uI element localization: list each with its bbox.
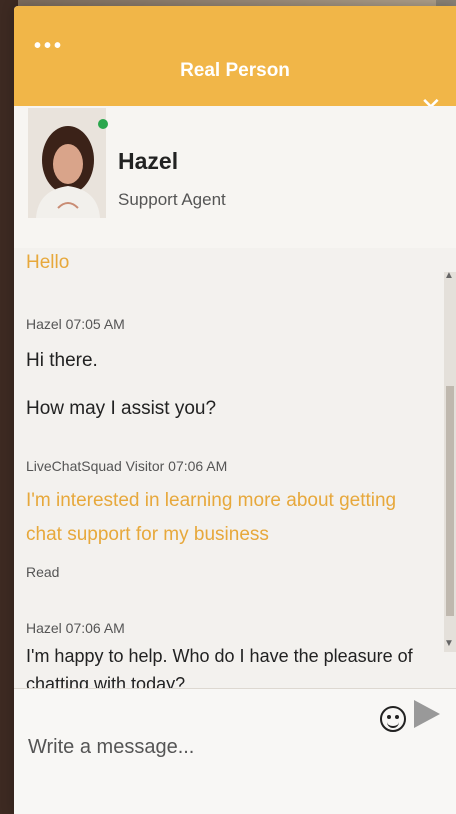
online-status-indicator: [98, 119, 108, 129]
agent-message-line: How may I assist you?: [26, 398, 217, 419]
agent-message-line: Hi there.: [26, 350, 98, 371]
scroll-down-icon[interactable]: ▼: [444, 638, 454, 649]
agent-message-line: I'm happy to help. Who do I have the ple…: [26, 646, 413, 666]
message-meta: Hazel 07:05 AM: [26, 316, 125, 332]
message-meta: LiveChatSquad Visitor 07:06 AM: [26, 458, 228, 474]
message-input[interactable]: [26, 726, 370, 768]
message-meta: Hazel 07:06 AM: [26, 620, 125, 636]
agent-role: Support Agent: [118, 190, 226, 209]
more-icon[interactable]: •••: [34, 36, 64, 56]
send-icon[interactable]: [414, 700, 440, 728]
visitor-message-line: I'm interested in learning more about ge…: [26, 490, 397, 511]
avatar-image: [28, 108, 106, 218]
title-bar: ••• Real Person — ✕: [14, 6, 456, 120]
avatar: [28, 108, 106, 218]
smiley-icon[interactable]: [380, 706, 406, 732]
window-title: Real Person: [180, 60, 290, 81]
chat-window: ••• Real Person — ✕ Hazel Support Agent …: [14, 6, 456, 814]
visitor-message-line: chat support for my business: [26, 524, 269, 545]
visitor-greeting: Hello: [26, 252, 70, 273]
agent-name: Hazel: [118, 148, 179, 174]
scrollbar-thumb[interactable]: [446, 386, 454, 616]
scroll-up-icon[interactable]: ▲: [444, 270, 454, 281]
read-receipt: Read: [26, 564, 60, 580]
